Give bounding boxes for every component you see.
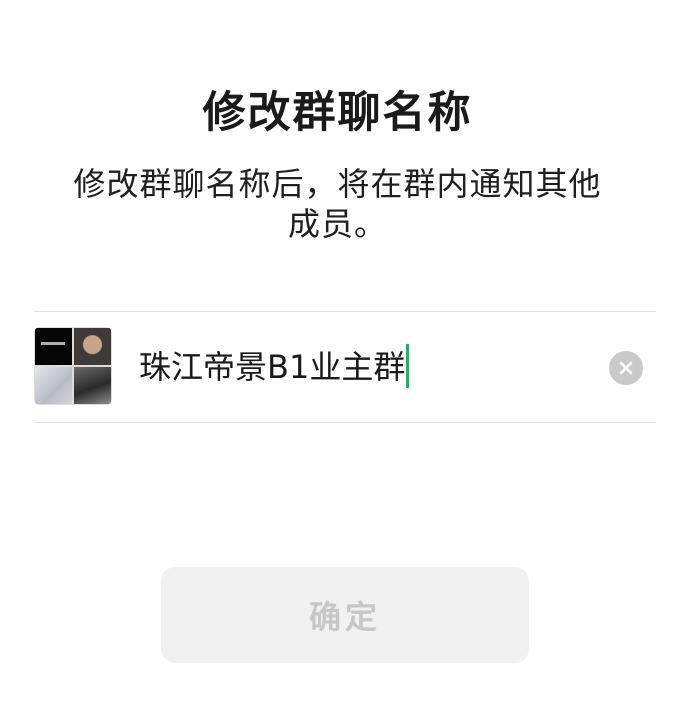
confirm-button[interactable]: 确定 [161, 567, 529, 663]
group-avatar [34, 327, 112, 405]
divider-bottom [34, 422, 656, 423]
page-description: 修改群聊名称后，将在群内通知其他成员。 [73, 165, 602, 243]
clear-button[interactable] [609, 351, 643, 385]
group-name-value: 珠江帝景B1业主群 [139, 348, 406, 386]
text-caret [406, 344, 410, 388]
close-circle-icon [619, 361, 633, 375]
edit-group-name-page: 修改群聊名称 修改群聊名称后，将在群内通知其他成员。 珠江帝景B1业主群 确定 [0, 0, 675, 726]
avatar-tile-3 [35, 367, 72, 404]
avatar-tile-4 [74, 367, 111, 404]
avatar-tile-1 [35, 328, 72, 365]
divider-top [34, 311, 656, 312]
avatar-tile-2 [74, 328, 111, 365]
page-title: 修改群聊名称 [202, 88, 473, 138]
group-name-input[interactable]: 珠江帝景B1业主群 [139, 343, 410, 391]
